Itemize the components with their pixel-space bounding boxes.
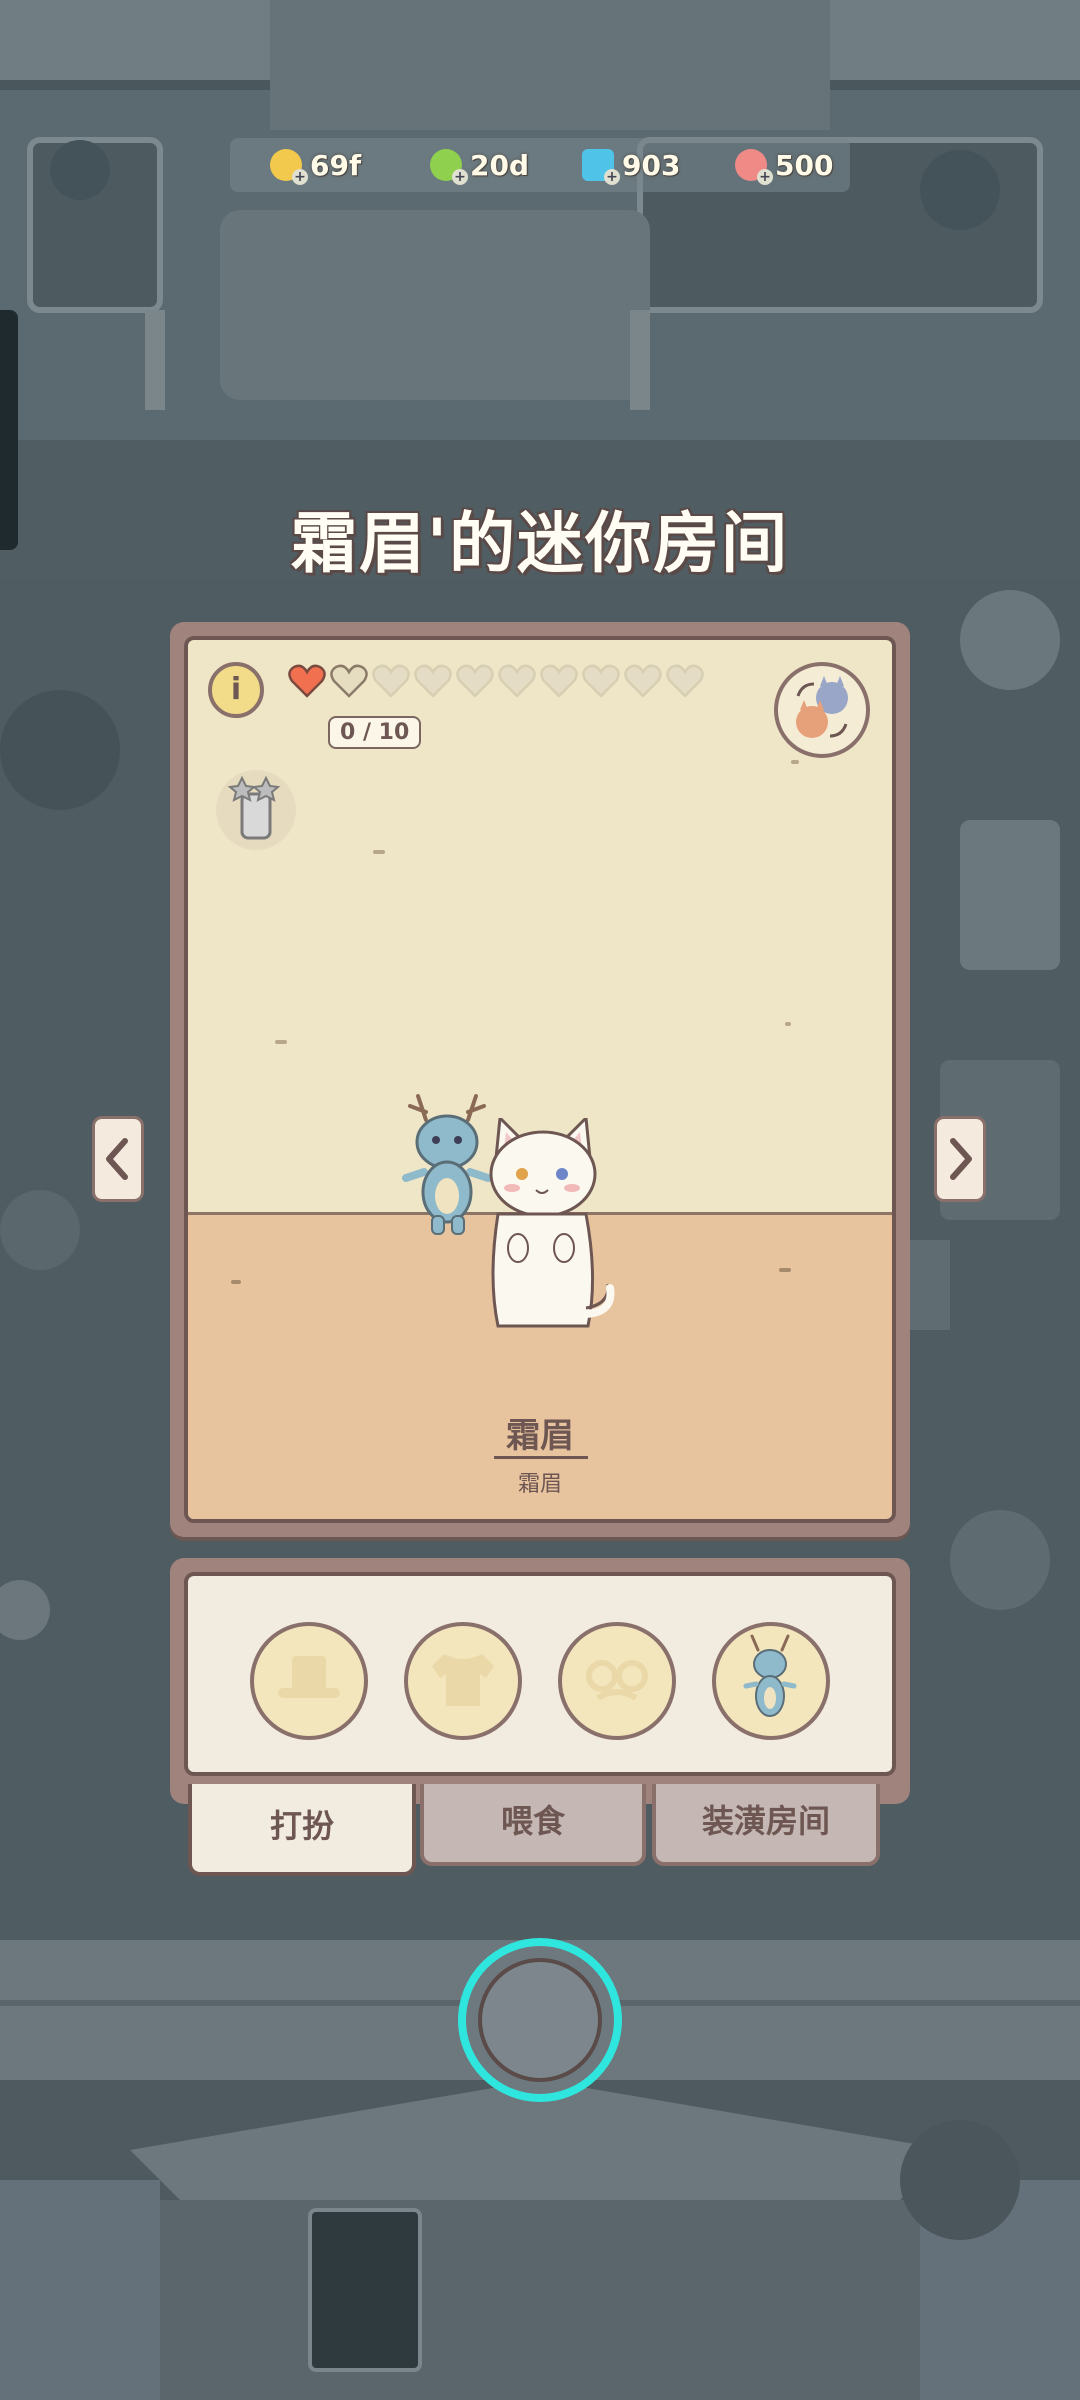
shirt-icon <box>432 1654 494 1706</box>
plus-icon: + <box>452 169 468 185</box>
page-title: 霜眉'的迷你房间 <box>290 505 790 582</box>
resource-bar: + 69f + 20d + 903 + 500 <box>230 138 850 192</box>
toy-slot[interactable] <box>712 1622 830 1740</box>
hat-icon <box>278 1656 340 1698</box>
fish-icon: + <box>735 149 773 185</box>
shirt-slot[interactable] <box>404 1622 522 1740</box>
next-cat-button[interactable] <box>934 1116 986 1202</box>
gem-icon: + <box>582 149 620 185</box>
coin-value: 69f <box>310 148 362 182</box>
room-panel: i 0 / 10 霜眉 霜眉 <box>170 622 910 1537</box>
chevron-left-icon <box>106 1138 128 1180</box>
chevron-right-icon <box>950 1138 972 1180</box>
coin-icon: + <box>270 149 308 185</box>
cat-subname: 霜眉 <box>517 1472 562 1497</box>
energy-counter[interactable]: + 20d <box>430 138 529 192</box>
plus-icon: + <box>292 169 308 185</box>
camera-lens-icon <box>478 1958 602 2082</box>
room-view: i 0 / 10 霜眉 霜眉 <box>184 636 896 1523</box>
cat-character[interactable] <box>478 1118 618 1348</box>
lightning-icon: + <box>430 149 468 185</box>
hat-slot[interactable] <box>250 1622 368 1740</box>
tab-dressup[interactable]: 打扮 <box>188 1784 416 1876</box>
energy-value: 20d <box>470 148 530 182</box>
dressup-panel <box>170 1558 910 1804</box>
room-specks <box>231 760 799 1284</box>
fish-counter[interactable]: + 500 <box>735 138 833 192</box>
item-slot-row <box>184 1572 896 1776</box>
tab-decorate-room[interactable]: 装潢房间 <box>652 1784 880 1866</box>
name-divider <box>494 1456 588 1459</box>
cat-name: 霜眉 <box>506 1416 574 1456</box>
camera-button[interactable] <box>458 1938 622 2102</box>
prev-cat-button[interactable] <box>92 1116 144 1202</box>
coin-counter[interactable]: + 69f <box>270 138 361 192</box>
glasses-slot[interactable] <box>558 1622 676 1740</box>
gem-value: 903 <box>622 148 681 182</box>
plus-icon: + <box>604 169 620 185</box>
tab-feed[interactable]: 喂食 <box>420 1784 646 1866</box>
plus-icon: + <box>757 169 773 185</box>
fish-value: 500 <box>775 148 834 182</box>
glasses-icon <box>586 1660 648 1701</box>
gem-counter[interactable]: + 903 <box>582 138 680 192</box>
dragon-toy-icon <box>743 1634 797 1717</box>
